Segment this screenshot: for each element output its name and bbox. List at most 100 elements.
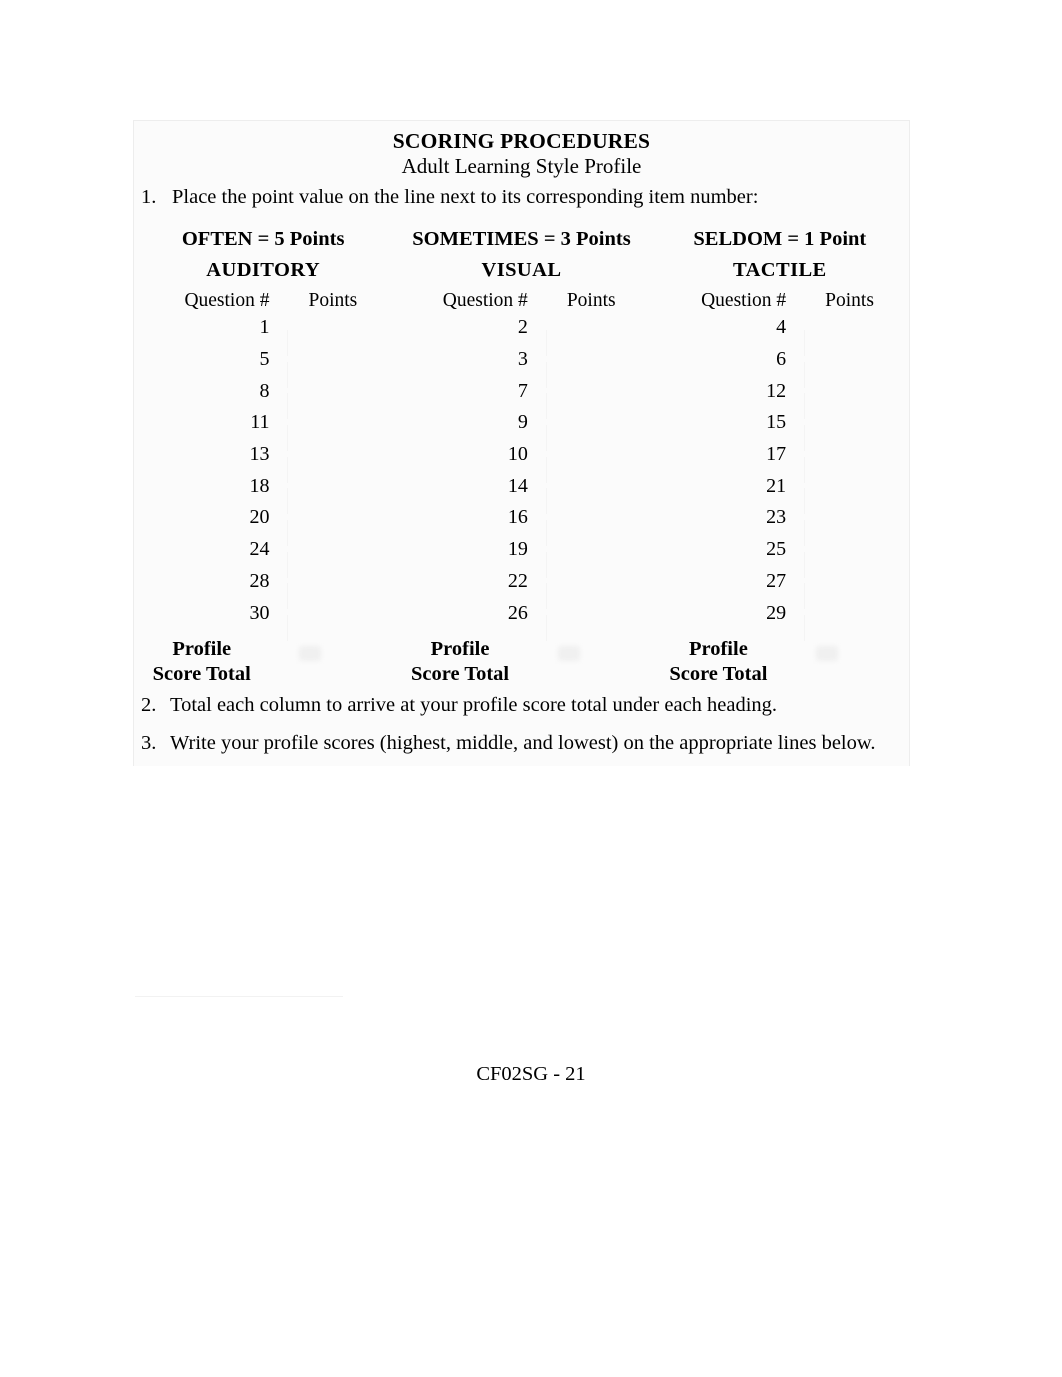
instruction-item-3: 3. Write your profile scores (highest, mi… — [141, 732, 875, 755]
table-row: 2 — [392, 312, 650, 356]
scoring-column-visual: SOMETIMES = 3 Points VISUAL Question # P… — [392, 224, 650, 687]
scoring-column-tactile: SELDOM = 1 Point TACTILE Question # Poin… — [651, 224, 909, 687]
question-number: 21 — [766, 474, 787, 497]
question-number: 22 — [507, 569, 528, 592]
table-row: 24 — [134, 534, 392, 578]
table-row: 8 — [134, 375, 392, 420]
instruction-number: 2. — [141, 694, 157, 716]
instruction-number: 1. — [141, 186, 157, 208]
column-subheaders: Question # Points — [134, 290, 392, 312]
instruction-text: Place the point value on the line next t… — [172, 186, 759, 208]
profile-score-total-row: Profile Score Total — [134, 637, 392, 687]
column-style-name: AUDITORY — [206, 259, 321, 281]
table-row: 18 — [134, 470, 392, 515]
table-row: 17 — [651, 439, 909, 483]
table-row: 14 — [392, 470, 650, 515]
column-style-name: TACTILE — [733, 259, 827, 281]
table-row: 13 — [134, 439, 392, 483]
table-row: 28 — [134, 566, 392, 610]
total-label-line-1: Profile — [430, 637, 490, 660]
profile-score-total-label: Profile Score Total — [134, 637, 273, 687]
table-row: 22 — [392, 566, 650, 610]
instruction-item-1: 1. Place the point value on the line next… — [141, 186, 758, 209]
table-row: 11 — [134, 407, 392, 451]
instruction-text: Total each column to arrive at your prof… — [170, 694, 778, 716]
total-label-line-1: Profile — [172, 637, 232, 660]
subheader-points: Points — [308, 290, 358, 311]
table-row: 20 — [134, 502, 392, 546]
table-row: 15 — [651, 407, 909, 451]
profile-score-total-field[interactable] — [273, 637, 392, 687]
question-number: 6 — [776, 348, 787, 371]
question-number: 17 — [766, 443, 787, 466]
question-number: 18 — [249, 474, 270, 497]
total-label-line-2: Score Total — [152, 662, 251, 685]
page-footer: CF02SG - 21 — [476, 1063, 586, 1085]
column-points-rule: OFTEN = 5 Points — [181, 228, 345, 250]
profile-score-total-label: Profile Score Total — [651, 637, 790, 687]
question-number: 11 — [250, 411, 270, 434]
question-number: 2 — [517, 316, 528, 339]
table-row: 25 — [651, 534, 909, 578]
table-row: 4 — [651, 312, 909, 356]
question-number: 24 — [249, 538, 270, 561]
instruction-item-2: 2. Total each column to arrive at your pr… — [141, 694, 777, 717]
column-subheaders: Question # Points — [651, 290, 909, 312]
table-row: 12 — [651, 375, 909, 420]
table-row: 29 — [651, 597, 909, 642]
profile-score-total-row: Profile Score Total — [651, 637, 909, 687]
question-number: 16 — [507, 506, 528, 529]
question-number: 10 — [507, 443, 528, 466]
column-subheaders: Question # Points — [392, 290, 650, 312]
table-row: 3 — [392, 344, 650, 388]
table-row: 26 — [392, 597, 650, 642]
table-row: 16 — [392, 502, 650, 546]
question-number: 7 — [517, 379, 528, 402]
question-number: 1 — [259, 316, 270, 339]
table-row: 7 — [392, 375, 650, 420]
question-number: 29 — [766, 601, 787, 624]
question-number: 20 — [249, 506, 270, 529]
question-number: 5 — [259, 348, 270, 371]
question-number: 30 — [249, 601, 270, 624]
total-label-line-2: Score Total — [410, 662, 510, 685]
subheader-question: Question # — [701, 290, 787, 311]
table-row: 9 — [392, 407, 650, 451]
profile-score-total-label: Profile Score Total — [392, 637, 531, 687]
profile-score-total-field[interactable] — [790, 637, 909, 687]
question-number: 15 — [766, 411, 787, 434]
question-number: 23 — [766, 506, 787, 529]
question-number: 12 — [766, 379, 787, 402]
question-number: 9 — [517, 411, 528, 434]
question-number: 13 — [249, 443, 270, 466]
table-row: 5 — [134, 344, 392, 388]
question-number: 19 — [507, 538, 528, 561]
table-row: 23 — [651, 502, 909, 546]
scoring-table: OFTEN = 5 Points AUDITORY Question # Poi… — [134, 224, 909, 687]
document-content-panel: SCORING PROCEDURES Adult Learning Style … — [133, 120, 910, 766]
page-subtitle: Adult Learning Style Profile — [401, 154, 642, 178]
footnote-separator-rule — [135, 996, 343, 997]
question-number: 27 — [766, 569, 787, 592]
table-row: 27 — [651, 566, 909, 610]
profile-score-total-field[interactable] — [532, 637, 651, 687]
question-number: 3 — [517, 348, 528, 371]
question-number: 14 — [507, 474, 528, 497]
total-label-line-2: Score Total — [669, 662, 768, 685]
question-number: 8 — [259, 379, 270, 402]
question-number: 4 — [776, 316, 787, 339]
table-row: 10 — [392, 439, 650, 483]
instruction-text: Write your profile scores (highest, midd… — [170, 732, 876, 754]
table-row: 1 — [134, 312, 392, 356]
subheader-question: Question # — [442, 290, 528, 311]
scoring-column-auditory: OFTEN = 5 Points AUDITORY Question # Poi… — [134, 224, 392, 687]
table-row: 6 — [651, 344, 909, 388]
question-number: 25 — [766, 538, 787, 561]
table-row: 21 — [651, 470, 909, 515]
table-row: 30 — [134, 597, 392, 642]
question-number: 26 — [507, 601, 528, 624]
page-title: SCORING PROCEDURES — [392, 129, 651, 153]
column-points-rule: SOMETIMES = 3 Points — [412, 228, 631, 250]
instruction-number: 3. — [141, 732, 157, 754]
profile-score-total-row: Profile Score Total — [392, 637, 650, 687]
